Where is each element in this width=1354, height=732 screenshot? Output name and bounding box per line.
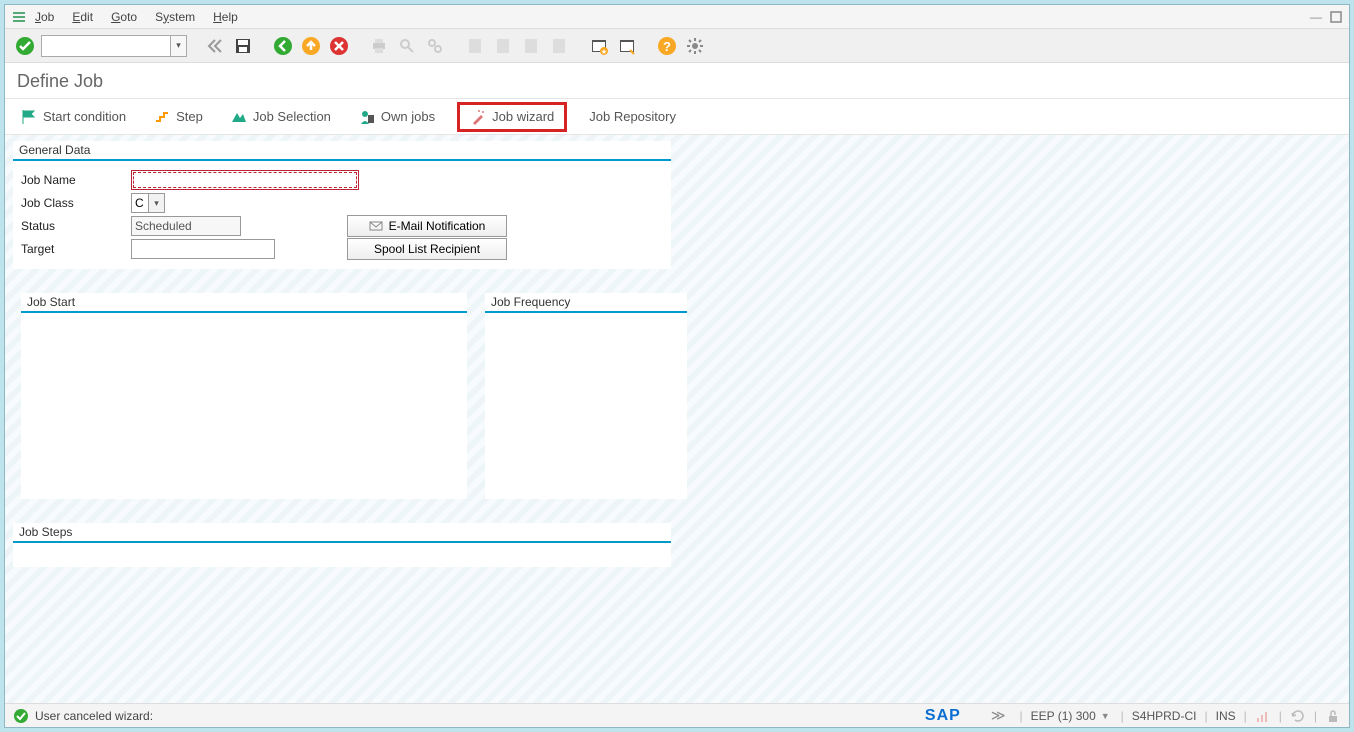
flag-icon: [21, 109, 37, 125]
person-icon: [359, 109, 375, 125]
back-first-icon[interactable]: [203, 34, 227, 58]
step-button[interactable]: Step: [148, 105, 209, 129]
menu-edit[interactable]: Edit: [72, 10, 93, 24]
svg-text:?: ?: [663, 39, 671, 54]
expand-icon[interactable]: ≫: [991, 707, 1006, 724]
svg-text:★: ★: [601, 48, 607, 55]
find-next-icon[interactable]: [423, 34, 447, 58]
minimize-icon[interactable]: —: [1309, 10, 1323, 24]
menu-job[interactable]: Job: [35, 10, 54, 24]
actionbar: Start condition Step Job Selection Own j…: [5, 99, 1349, 135]
job-class-input[interactable]: [131, 193, 149, 213]
statusbar: User canceled wizard: SAP ≫ | EEP (1) 30…: [5, 703, 1349, 727]
next-page-icon[interactable]: [519, 34, 543, 58]
job-class-f4-button[interactable]: ▾: [149, 193, 165, 213]
status-label: Status: [21, 219, 131, 233]
job-selection-button[interactable]: Job Selection: [225, 105, 337, 129]
step-icon: [154, 109, 170, 125]
spool-label: Spool List Recipient: [374, 242, 480, 256]
job-steps-title: Job Steps: [13, 523, 671, 541]
menu-goto[interactable]: Goto: [111, 10, 137, 24]
job-repository-label: Job Repository: [589, 109, 676, 124]
signal-icon: [1255, 708, 1271, 724]
job-frequency-group: Job Frequency: [485, 293, 687, 499]
target-label: Target: [21, 242, 131, 256]
exit-icon[interactable]: [299, 34, 323, 58]
status-system: EEP (1) 300: [1031, 709, 1096, 723]
menu-help[interactable]: Help: [213, 10, 238, 24]
own-jobs-button[interactable]: Own jobs: [353, 105, 441, 129]
chevron-down-icon[interactable]: ▼: [1101, 711, 1110, 721]
status-ok-icon: [13, 708, 29, 724]
job-selection-label: Job Selection: [253, 109, 331, 124]
refresh-icon[interactable]: [1290, 708, 1306, 724]
job-name-input[interactable]: [131, 170, 359, 190]
job-start-title: Job Start: [21, 293, 467, 311]
job-repository-button[interactable]: Job Repository: [583, 105, 682, 128]
settings-gear-icon[interactable]: [683, 34, 707, 58]
menubar: Job Edit Goto System Help —: [5, 5, 1349, 29]
status-server: S4HPRD-CI: [1132, 709, 1197, 723]
wizard-icon: [470, 109, 486, 125]
status-mode: INS: [1216, 709, 1236, 723]
last-page-icon[interactable]: [547, 34, 571, 58]
new-session-icon[interactable]: ★: [587, 34, 611, 58]
mail-icon: [369, 219, 383, 233]
start-condition-button[interactable]: Start condition: [15, 105, 132, 129]
find-icon[interactable]: [395, 34, 419, 58]
job-name-label: Job Name: [21, 173, 131, 187]
job-start-group: Job Start: [21, 293, 467, 499]
help-icon[interactable]: ?: [655, 34, 679, 58]
toolbar: ▾ ★ ?: [5, 29, 1349, 63]
start-condition-label: Start condition: [43, 109, 126, 124]
print-icon[interactable]: [367, 34, 391, 58]
job-wizard-label: Job wizard: [492, 109, 554, 124]
back-icon[interactable]: [271, 34, 295, 58]
cancel-icon[interactable]: [327, 34, 351, 58]
target-input[interactable]: [131, 239, 275, 259]
step-label: Step: [176, 109, 203, 124]
main-area: General Data Job Name Job Class ▾ Status: [5, 135, 1349, 727]
own-jobs-label: Own jobs: [381, 109, 435, 124]
general-data-title: General Data: [13, 141, 671, 159]
job-wizard-highlight: Job wizard: [457, 102, 567, 132]
save-icon[interactable]: [231, 34, 255, 58]
enter-button[interactable]: [13, 34, 37, 58]
command-dropdown[interactable]: ▾: [171, 35, 187, 57]
page-title: Define Job: [5, 63, 1349, 99]
email-label: E-Mail Notification: [389, 219, 486, 233]
first-page-icon[interactable]: [463, 34, 487, 58]
shortcut-icon[interactable]: [615, 34, 639, 58]
status-message: User canceled wizard:: [35, 709, 153, 723]
app-menu-icon[interactable]: [11, 9, 27, 25]
mountain-icon: [231, 109, 247, 125]
job-steps-group: Job Steps: [13, 523, 671, 567]
email-notification-button[interactable]: E-Mail Notification: [347, 215, 507, 237]
command-field[interactable]: [41, 35, 171, 57]
spool-recipient-button[interactable]: Spool List Recipient: [347, 238, 507, 260]
general-data-group: General Data Job Name Job Class ▾ Status: [13, 141, 671, 269]
job-wizard-button[interactable]: Job wizard: [470, 109, 554, 125]
lock-icon[interactable]: [1325, 708, 1341, 724]
prev-page-icon[interactable]: [491, 34, 515, 58]
sap-logo: SAP: [925, 707, 961, 725]
job-class-label: Job Class: [21, 196, 131, 210]
menu-system[interactable]: System: [155, 10, 195, 24]
maximize-icon[interactable]: [1329, 10, 1343, 24]
job-frequency-title: Job Frequency: [485, 293, 687, 311]
status-field: [131, 216, 241, 236]
